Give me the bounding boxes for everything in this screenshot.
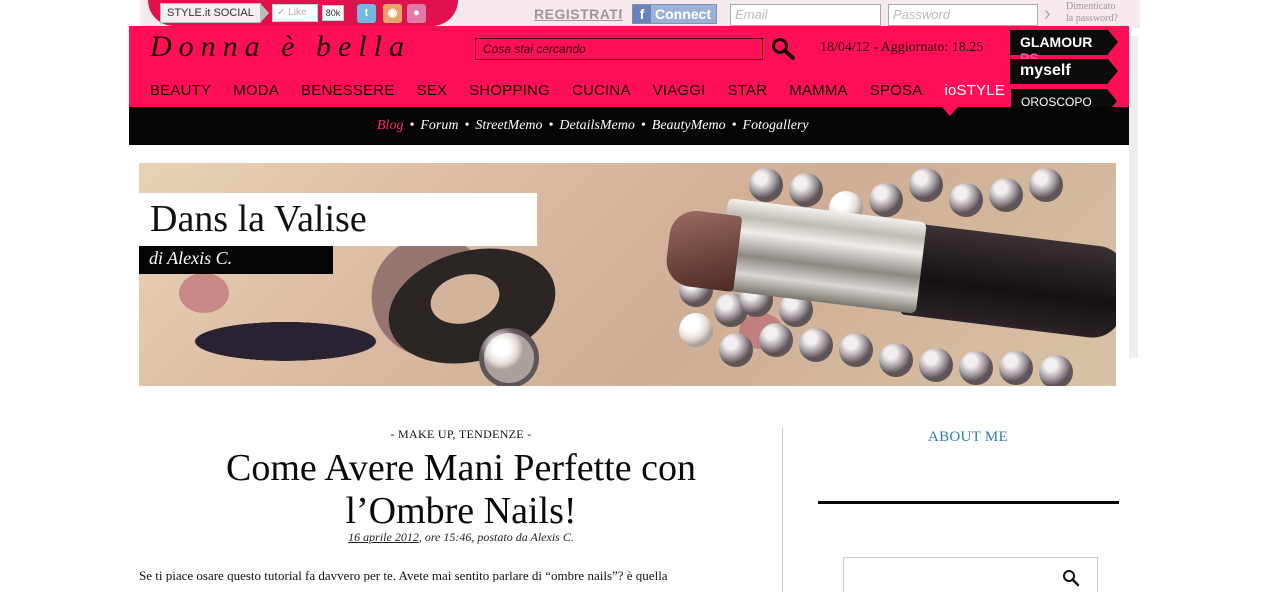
sidebar-search-icon[interactable] — [1062, 569, 1080, 587]
twitter-icon[interactable]: t — [357, 4, 376, 23]
nav-mamma[interactable]: MAMMA — [789, 82, 848, 99]
column-divider — [782, 428, 783, 592]
sub-nav: Blog • Forum • StreetMemo • DetailsMemo • Beauty… — [377, 118, 809, 134]
facebook-connect-button[interactable]: f Connect — [632, 4, 717, 24]
brand-logo[interactable]: Donna è bella — [150, 30, 411, 64]
glamour-text: GLAMOUR — [1020, 34, 1093, 50]
subnav-detailsmemo[interactable]: DetailsMemo — [559, 118, 634, 133]
nav-moda[interactable]: MODA — [233, 82, 279, 99]
forgot-password-link[interactable]: Dimenticato la password? — [1066, 1, 1118, 25]
search-input[interactable]: Cosa stai cercando — [475, 38, 763, 60]
post-excerpt: Se ti piace osare questo tutorial fa dav… — [139, 568, 668, 582]
blog-author: di Alexis C. — [139, 246, 333, 274]
separator: · — [619, 4, 624, 19]
nav-sposa[interactable]: SPOSA — [870, 82, 923, 99]
nav-sex[interactable]: SEX — [417, 82, 448, 99]
bullet: • — [409, 118, 415, 133]
subnav-streetmemo[interactable]: StreetMemo — [475, 118, 542, 133]
post-meta: 16 aprile 2012, ore 15:46, postato da Al… — [139, 530, 783, 545]
post-title-line2: l’Ombre Nails! — [345, 490, 577, 532]
active-nav-caret-icon — [942, 107, 958, 116]
nav-cucina[interactable]: CUCINA — [572, 82, 631, 99]
post-categories[interactable]: - MAKE UP, TENDENZE - — [139, 427, 783, 442]
post-title[interactable]: Come Avere Mani Perfette con l’Ombre Nai… — [139, 447, 783, 533]
sidebar-search-input[interactable] — [843, 557, 1098, 592]
partner-logos: GLAMOUR PS myself OROSCOPO — [1010, 30, 1118, 117]
style-social-tab[interactable]: STYLE.it SOCIAL — [160, 3, 269, 23]
main-nav: BEAUTY MODA BENESSERE SEX SHOPPING CUCIN… — [150, 82, 1027, 99]
myself-logo[interactable]: myself — [1010, 59, 1118, 84]
subnav-forum[interactable]: Forum — [420, 118, 458, 133]
facebook-icon: f — [633, 5, 651, 23]
nav-star[interactable]: STAR — [728, 82, 768, 99]
nav-viaggi[interactable]: VIAGGI — [653, 82, 706, 99]
password-field[interactable]: Password — [888, 4, 1038, 26]
post-date-link[interactable]: 16 aprile 2012 — [348, 530, 419, 544]
register-link[interactable]: REGISTRATI — [534, 6, 623, 22]
post-meta-rest: , ore 15:46, postato da Alexis C. — [418, 530, 574, 544]
like-label: Like — [288, 7, 307, 18]
like-button[interactable]: ✓ Like — [272, 4, 318, 22]
bullet: • — [731, 118, 737, 133]
nav-iostyle[interactable]: ioSTYLE — [944, 82, 1005, 99]
flickr-icon[interactable]: ● — [407, 4, 426, 23]
nav-beauty[interactable]: BEAUTY — [150, 82, 211, 99]
date-updated: 18/04/12 - Aggiornato: 18.25 — [820, 40, 984, 55]
forgot-line1: Dimenticato — [1066, 1, 1116, 12]
nav-shopping[interactable]: SHOPPING — [469, 82, 550, 99]
post-title-line1: Come Avere Mani Perfette con — [226, 447, 696, 489]
about-me-heading[interactable]: ABOUT ME — [818, 429, 1118, 446]
email-field[interactable]: Email — [730, 4, 881, 26]
rss-icon[interactable]: ◉ — [383, 4, 402, 23]
glamour-ps-logo[interactable]: GLAMOUR PS — [1010, 30, 1118, 66]
bullet: • — [548, 118, 554, 133]
nav-benessere[interactable]: BENESSERE — [301, 82, 395, 99]
login-arrow-icon[interactable]: › — [1044, 3, 1051, 26]
scrollbar[interactable] — [1129, 36, 1138, 358]
like-count: 80k — [322, 5, 344, 21]
bullet: • — [464, 118, 470, 133]
subnav-fotogallery[interactable]: Fotogallery — [743, 118, 809, 133]
blog-title[interactable]: Dans la Valise — [139, 193, 537, 246]
forgot-line2: la password? — [1066, 13, 1118, 24]
bullet: • — [640, 118, 646, 133]
sidebar-divider — [818, 501, 1119, 504]
facebook-connect-label: Connect — [655, 6, 711, 22]
search-icon[interactable] — [770, 37, 796, 61]
subnav-beautymemo[interactable]: BeautyMemo — [652, 118, 726, 133]
subnav-blog[interactable]: Blog — [377, 118, 403, 133]
